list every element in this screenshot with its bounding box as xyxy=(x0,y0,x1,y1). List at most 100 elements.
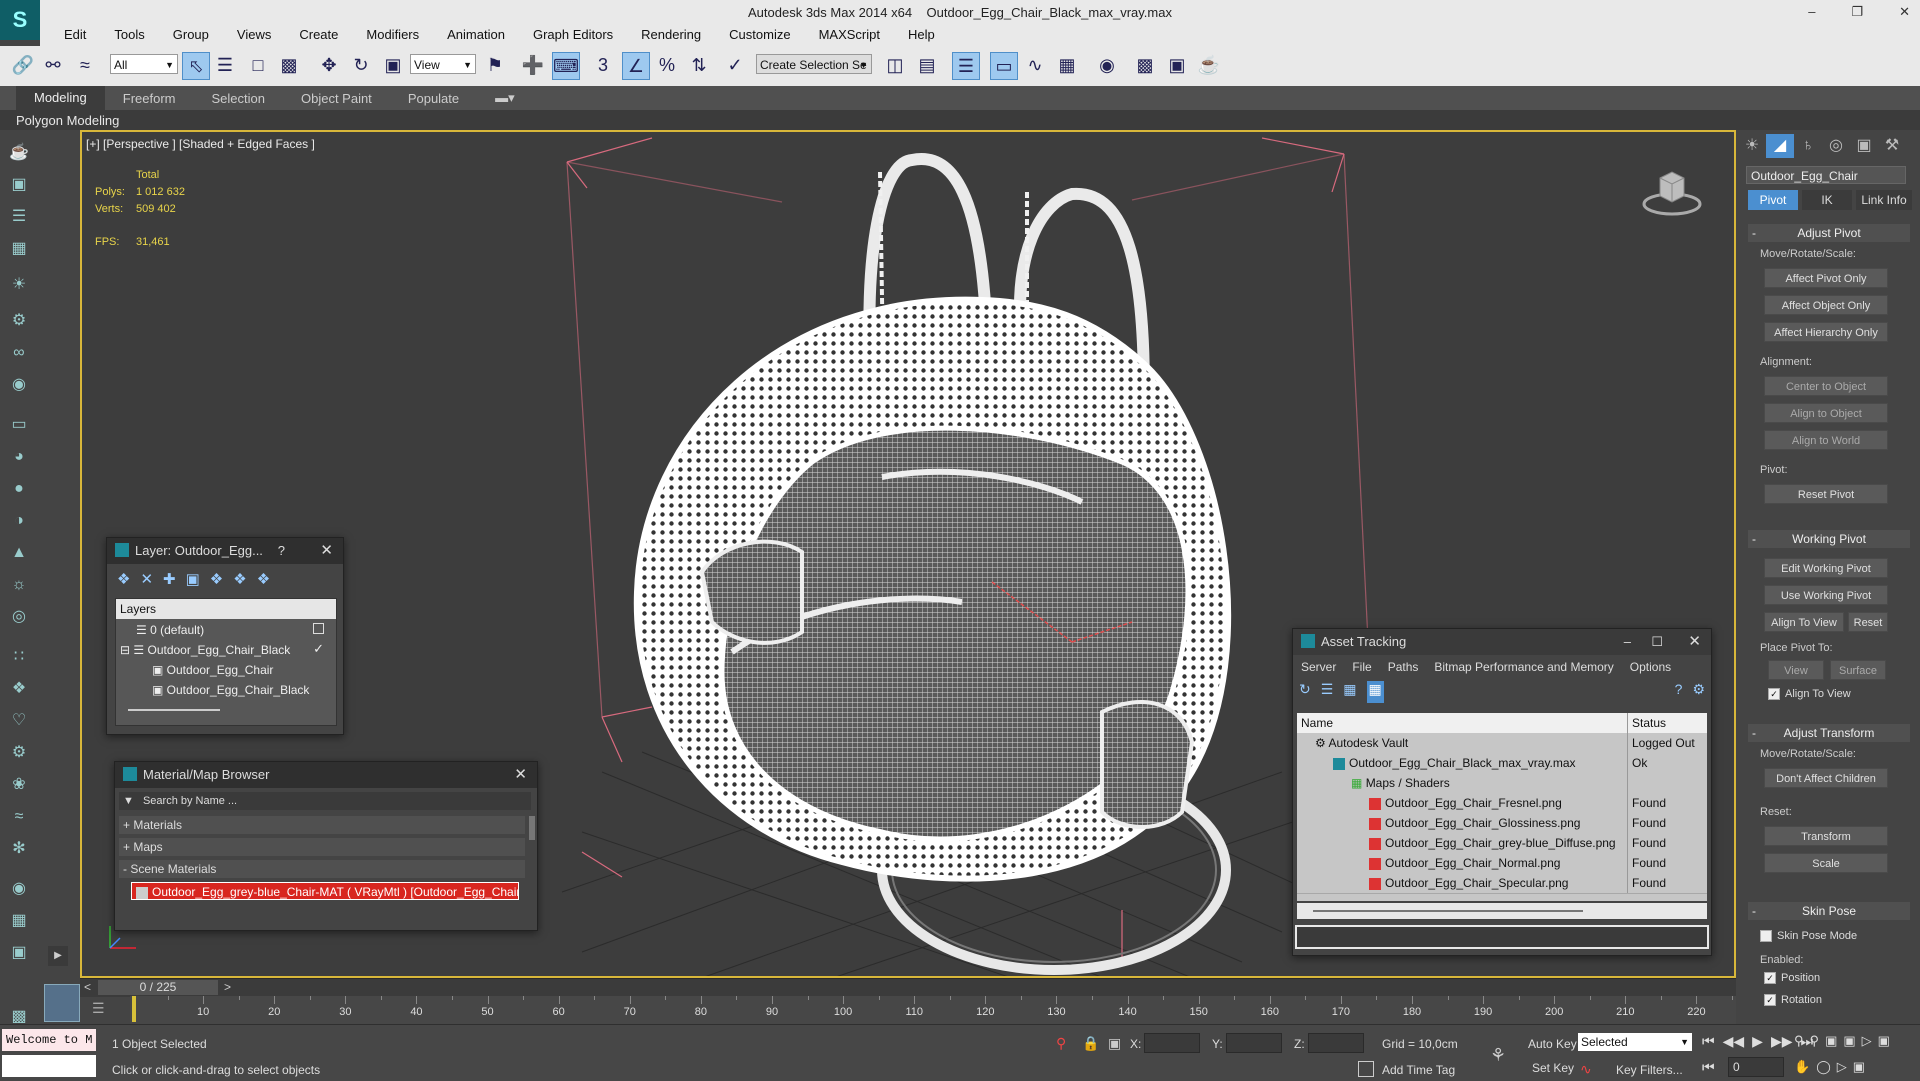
maximize-viewport-icon[interactable]: ▣ xyxy=(1878,1033,1890,1049)
bind-spacewarp-icon[interactable]: ≈ xyxy=(72,52,98,78)
refresh-icon[interactable]: ↻ xyxy=(1299,681,1311,703)
menu-create[interactable]: Create xyxy=(285,24,352,46)
skin-pose-rollout[interactable]: - Skin Pose xyxy=(1748,902,1910,920)
x-coord-field[interactable] xyxy=(1144,1033,1200,1053)
scroll-thumb[interactable] xyxy=(1313,910,1583,912)
maxscript-listener[interactable]: Welcome to M xyxy=(2,1029,96,1051)
select-layer-icon[interactable]: ▣ xyxy=(186,570,200,592)
table-row[interactable]: Outdoor_Egg_Chair_Black_max_vray.max Ok xyxy=(1297,753,1707,774)
grid-view-icon[interactable]: ▦ xyxy=(1366,681,1384,703)
menu-maxscript[interactable]: MAXScript xyxy=(805,24,894,46)
affect-pivot-only-button[interactable]: Affect Pivot Only xyxy=(1764,268,1888,288)
adjust-pivot-rollout[interactable]: - Adjust Pivot xyxy=(1748,224,1910,242)
particles-icon[interactable]: ∷ xyxy=(6,646,32,668)
menu-rendering[interactable]: Rendering xyxy=(627,24,715,46)
align-to-world-button[interactable]: Align to World xyxy=(1764,430,1888,450)
ref-coord-dropdown[interactable]: View ▼ xyxy=(410,54,476,74)
options-arrow-icon[interactable]: ▼ xyxy=(123,795,134,807)
group-scene-materials[interactable]: - Scene Materials xyxy=(119,860,525,878)
menu-graph-editors[interactable]: Graph Editors xyxy=(519,24,627,46)
orbit-icon[interactable]: ◯ xyxy=(1816,1059,1831,1075)
isolate-icon[interactable]: ⚲ xyxy=(1056,1035,1066,1052)
spinner-snap-icon[interactable]: ⇅ xyxy=(686,52,712,78)
view-cube-icon[interactable] xyxy=(1642,160,1702,220)
named-selection-dropdown[interactable]: Create Selection Se ▼ xyxy=(756,54,872,74)
scale-button[interactable]: Scale xyxy=(1764,853,1888,873)
material-editor-icon[interactable]: ◉ xyxy=(1094,52,1120,78)
select-by-name-icon[interactable]: ☰ xyxy=(212,52,238,78)
table-row[interactable]: Outdoor_Egg_Chair_Fresnel.png Found xyxy=(1297,793,1707,814)
tab-selection[interactable]: Selection xyxy=(194,91,283,106)
auto-key-button[interactable]: Auto Key xyxy=(1528,1037,1577,1051)
window-crossing-icon[interactable]: ▩ xyxy=(276,52,302,78)
bone-icon[interactable]: ❖ xyxy=(6,678,32,700)
help-icon[interactable]: ? xyxy=(278,538,285,564)
restore-icon[interactable]: ❐ xyxy=(1851,4,1863,20)
schematic-view-icon[interactable]: ▦ xyxy=(1054,52,1080,78)
teapot-icon[interactable]: ☕ xyxy=(6,142,32,164)
view-button[interactable]: View xyxy=(1768,660,1824,680)
material-browser-title-bar[interactable]: Material/Map Browser ✕ xyxy=(115,762,537,788)
delete-layer-icon[interactable]: ✕ xyxy=(140,570,153,592)
link-icon[interactable]: 🔗 xyxy=(10,52,36,78)
current-frame-marker[interactable] xyxy=(132,996,136,1022)
affect-hierarchy-only-button[interactable]: Affect Hierarchy Only xyxy=(1764,322,1888,342)
absolute-mode-icon[interactable]: ▣ xyxy=(1108,1035,1121,1052)
percent-snap-icon[interactable]: % xyxy=(654,52,680,78)
layer-current-checkbox[interactable] xyxy=(313,623,324,634)
scene-material-item[interactable]: Outdoor_Egg_grey-blue_Chair-MAT ( VRayMt… xyxy=(131,882,519,900)
use-working-pivot-button[interactable]: Use Working Pivot xyxy=(1764,585,1888,605)
angle-snap-icon[interactable]: ∠ xyxy=(622,52,650,80)
surface-button[interactable]: Surface xyxy=(1830,660,1886,680)
layer-object-item[interactable]: ▣ Outdoor_Egg_Chair_Black xyxy=(152,683,309,697)
working-pivot-rollout[interactable]: - Working Pivot xyxy=(1748,530,1910,548)
highlight-layer-icon[interactable]: ❖ xyxy=(210,570,223,592)
y-coord-field[interactable] xyxy=(1226,1033,1282,1053)
rect-selection-icon[interactable]: □ xyxy=(245,52,271,78)
utilities-tab-icon[interactable]: ⚒ xyxy=(1878,134,1906,158)
prev-frame-icon[interactable]: < xyxy=(84,980,91,994)
align-to-view-button[interactable]: Align To View xyxy=(1764,612,1844,632)
time-tag-icon[interactable] xyxy=(1358,1061,1374,1077)
render-frame-icon[interactable]: ▣ xyxy=(1164,52,1190,78)
dome-icon[interactable]: ◑ xyxy=(6,510,32,532)
maximize-icon[interactable]: ☐ xyxy=(1651,629,1663,655)
tab-freeform[interactable]: Freeform xyxy=(105,91,194,106)
polygon-modeling-label[interactable]: Polygon Modeling xyxy=(16,113,119,128)
torus-icon[interactable]: ◎ xyxy=(6,606,32,628)
maxscript-output[interactable] xyxy=(2,1055,96,1077)
time-slider-thumb[interactable]: 0 / 225 xyxy=(98,980,218,995)
track-bar[interactable]: 10 20 30 40 50 60 70 80 90 100 110 120 130 140 150 160 1… xyxy=(130,996,1736,1024)
close-icon[interactable]: ✕ xyxy=(514,762,527,788)
align-to-view-checkbox[interactable]: ✓ Align To View xyxy=(1768,688,1851,701)
affect-object-only-button[interactable]: Affect Object Only xyxy=(1764,295,1888,315)
manipulate-icon[interactable]: ➕ xyxy=(520,52,546,78)
motion-tab-icon[interactable]: ◎ xyxy=(1822,134,1850,158)
pivot-center-icon[interactable]: ⚑ xyxy=(482,52,508,78)
mirror-icon[interactable]: ◫ xyxy=(882,52,908,78)
app-logo-icon[interactable]: S xyxy=(0,0,40,40)
expand-arrow-icon[interactable]: ▶ xyxy=(48,946,68,966)
menu-customize[interactable]: Customize xyxy=(715,24,804,46)
time-slider[interactable]: < 0 / 225 > xyxy=(80,978,1736,997)
reset-pivot-button[interactable]: Reset Pivot xyxy=(1764,484,1888,504)
globe-icon[interactable]: ◉ xyxy=(6,878,32,900)
list-view-icon[interactable]: ☰ xyxy=(1321,681,1334,703)
current-frame-field[interactable]: 0 xyxy=(1728,1057,1784,1077)
rotate-icon[interactable]: ↻ xyxy=(348,52,374,78)
close-icon[interactable]: ✕ xyxy=(320,538,333,564)
curve-editor-icon[interactable]: ∿ xyxy=(1022,52,1048,78)
next-key-icon[interactable]: ▶▶ xyxy=(1771,1033,1793,1050)
vertical-scrollbar[interactable] xyxy=(529,816,535,840)
menu-animation[interactable]: Animation xyxy=(433,24,519,46)
skin-pose-mode-checkbox[interactable]: Skin Pose Mode xyxy=(1760,930,1857,943)
plant-icon[interactable]: ❀ xyxy=(6,774,32,796)
zoom-icon[interactable]: ⚲ xyxy=(1794,1033,1804,1049)
edit-working-pivot-button[interactable]: Edit Working Pivot xyxy=(1764,558,1888,578)
align-icon[interactable]: ▤ xyxy=(914,52,940,78)
camera-icon[interactable]: ◉ xyxy=(6,374,32,396)
unlink-icon[interactable]: ⚯ xyxy=(40,52,66,78)
viewport-label[interactable]: [+] [Perspective ] [Shaded + Edged Faces… xyxy=(86,137,315,151)
close-icon[interactable]: ✕ xyxy=(1688,629,1701,655)
asset-menu-file[interactable]: File xyxy=(1344,657,1379,677)
